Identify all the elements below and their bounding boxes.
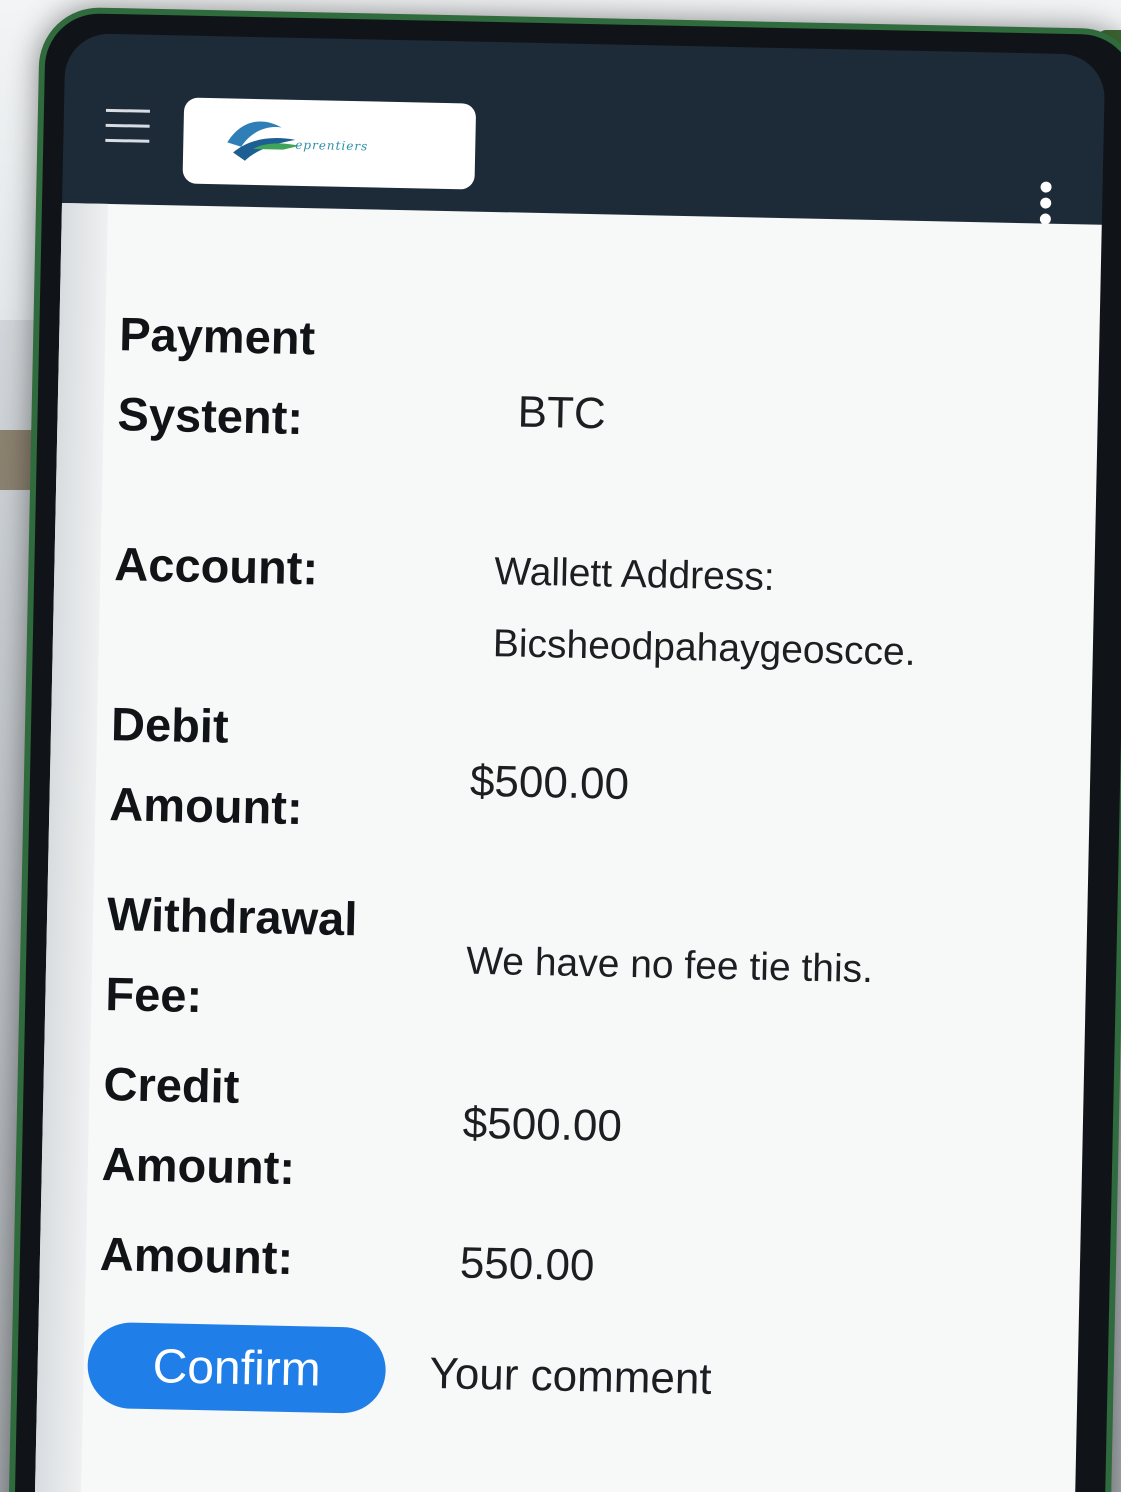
- payment-system-label-line1: Payment: [118, 307, 316, 365]
- phone-device: eprentiers Payment Systent: BTC Account:…: [8, 6, 1121, 1492]
- account-row: Account: Wallett Address: Bicsheodpahayg…: [112, 524, 1015, 683]
- debit-amount-label-line2: Amount:: [108, 777, 304, 835]
- amount-label: Amount:: [99, 1226, 294, 1285]
- credit-amount-value: $500.00: [462, 1098, 623, 1151]
- withdrawal-fee-label-line1: Withdrawal: [106, 887, 358, 946]
- payment-system-label-line2: Systent:: [117, 387, 304, 445]
- amount-row: Amount: 550.00: [99, 1214, 1001, 1323]
- withdrawal-fee-label-line2: Fee:: [104, 967, 203, 1023]
- debit-amount-row: Debit Amount: $500.00: [109, 684, 1012, 863]
- credit-amount-row: Credit Amount: $500.00: [101, 1044, 1004, 1223]
- payment-system-value: BTC: [517, 387, 607, 439]
- confirm-button[interactable]: Confirm: [86, 1321, 387, 1414]
- payment-system-row: Payment Systent: BTC: [117, 294, 1020, 473]
- credit-amount-label-line2: Amount:: [101, 1137, 296, 1195]
- brand-logo[interactable]: eprentiers: [182, 97, 477, 190]
- logo-swoosh-icon: [227, 121, 300, 161]
- debit-amount-label-line1: Debit: [110, 697, 230, 753]
- amount-value: 550.00: [459, 1238, 595, 1291]
- logo-wordmark: eprentiers: [295, 137, 369, 154]
- screen-edge-shade: [33, 202, 109, 1492]
- hamburger-icon[interactable]: [105, 108, 150, 144]
- kebab-menu-icon[interactable]: [1039, 181, 1055, 229]
- debit-amount-value: $500.00: [469, 756, 630, 809]
- payment-details-screen: Payment Systent: BTC Account: Wallett Ad…: [33, 202, 1102, 1492]
- photo-scene: eprentiers Payment Systent: BTC Account:…: [0, 0, 1121, 1492]
- account-label: Account:: [113, 537, 319, 595]
- wallet-address-value: Bicsheodpahaygeoscce.: [492, 622, 917, 674]
- comment-input[interactable]: Your comment: [429, 1339, 990, 1421]
- withdrawal-fee-row: Withdrawal Fee: We have no fee tie this.: [105, 874, 1008, 1053]
- withdrawal-fee-value: We have no fee tie this.: [465, 939, 874, 992]
- wallet-address-label: Wallett Address:: [493, 550, 776, 599]
- credit-amount-label-line1: Credit: [103, 1057, 240, 1113]
